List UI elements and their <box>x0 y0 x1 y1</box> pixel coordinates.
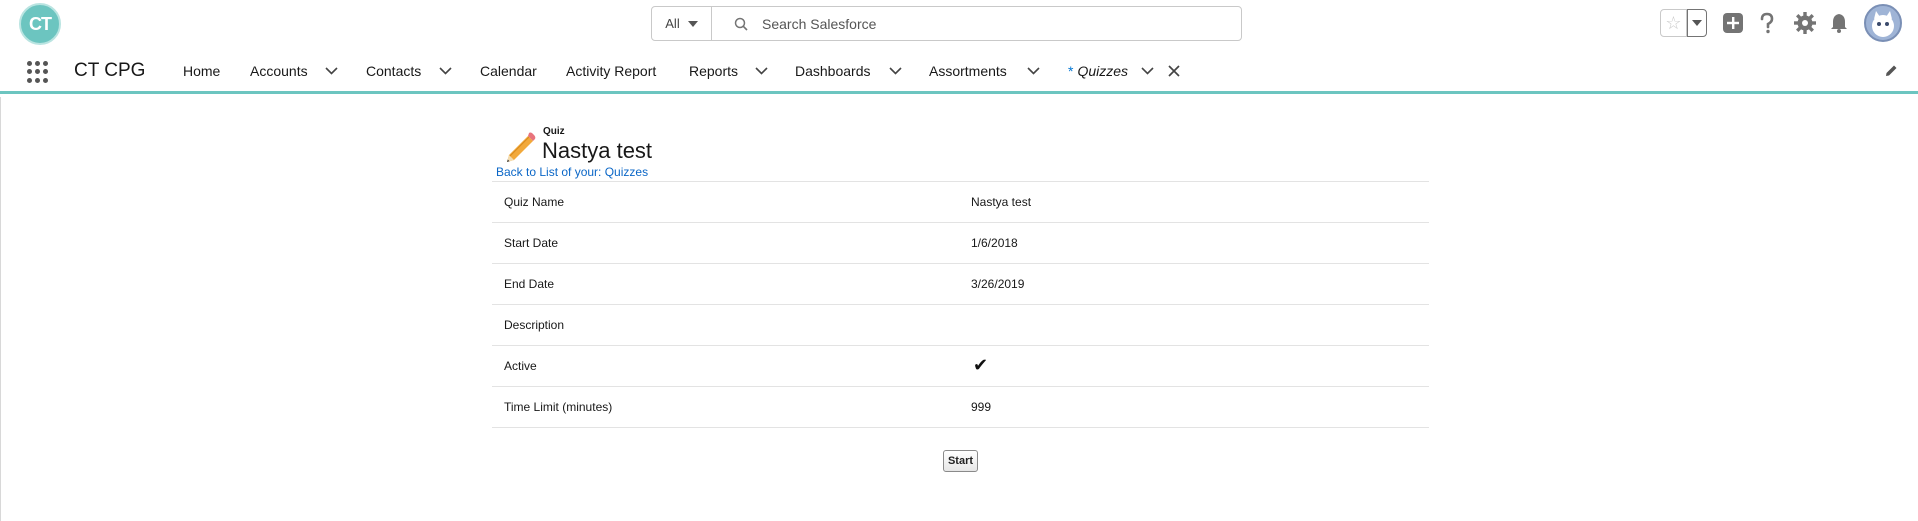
back-to-list-link[interactable]: Back to List of your: Quizzes <box>496 165 648 179</box>
field-label: End Date <box>504 277 555 291</box>
reports-chevron-down-icon[interactable] <box>755 67 768 75</box>
field-value: Nastya test <box>971 195 1032 209</box>
table-row: Time Limit (minutes) 999 <box>492 387 1429 428</box>
field-label: Active <box>504 359 537 373</box>
nav-item-dashboards[interactable]: Dashboards <box>795 63 871 79</box>
main-content: Quiz Nastya test Back to List of your: Q… <box>0 97 1918 521</box>
nav-item-accounts[interactable]: Accounts <box>250 63 308 79</box>
quiz-pencil-icon <box>507 132 536 162</box>
field-value: 1/6/2018 <box>971 236 1018 250</box>
field-label: Description <box>504 318 565 332</box>
object-type-label: Quiz <box>543 126 565 137</box>
table-row: End Date 3/26/2019 <box>492 264 1429 305</box>
table-row: Start Date 1/6/2018 <box>492 223 1429 264</box>
favorites-group: ☆ <box>1660 9 1707 37</box>
search-icon <box>734 17 748 31</box>
table-row: Description <box>492 305 1429 346</box>
field-value: 3/26/2019 <box>971 277 1025 291</box>
start-quiz-button[interactable]: Start <box>943 450 978 472</box>
notifications-bell-icon[interactable] <box>1826 10 1852 36</box>
quizzes-chevron-down-icon[interactable] <box>1141 67 1154 75</box>
field-label: Quiz Name <box>504 195 565 209</box>
nav-item-reports[interactable]: Reports <box>689 63 738 79</box>
search-scope-label: All <box>665 16 680 31</box>
nav-item-quizzes-active-tab[interactable]: * Quizzes <box>1068 63 1128 79</box>
nav-item-calendar[interactable]: Calendar <box>480 63 537 79</box>
chevron-down-icon <box>1692 20 1702 26</box>
dashboards-chevron-down-icon[interactable] <box>889 67 902 75</box>
app-name: CT CPG <box>74 60 146 81</box>
global-header: CT All ☆ <box>0 0 1918 48</box>
nav-item-activity-report[interactable]: Activity Report <box>566 63 656 79</box>
global-actions-plus-icon[interactable] <box>1720 10 1746 36</box>
favorite-star-icon[interactable]: ☆ <box>1660 9 1687 37</box>
field-label: Start Date <box>504 236 559 250</box>
assortments-chevron-down-icon[interactable] <box>1027 67 1040 75</box>
edit-nav-pencil-icon[interactable] <box>1884 64 1898 78</box>
page-title: Nastya test <box>542 138 653 163</box>
nav-item-quizzes-label: Quizzes <box>1077 63 1129 79</box>
search-scope-select[interactable]: All <box>652 7 712 40</box>
unsaved-marker: * <box>1068 63 1074 79</box>
close-tab-icon[interactable] <box>1168 65 1180 77</box>
contacts-chevron-down-icon[interactable] <box>439 67 452 75</box>
table-row: Active ✔ <box>492 346 1429 387</box>
field-value: 999 <box>971 400 992 414</box>
caret-down-icon <box>687 20 698 27</box>
active-checkmark-icon: ✔ <box>973 355 989 375</box>
user-avatar[interactable] <box>1864 4 1902 42</box>
search-input[interactable] <box>762 15 1202 32</box>
nav-item-contacts[interactable]: Contacts <box>366 63 421 79</box>
nav-item-home[interactable]: Home <box>183 63 220 79</box>
app-navigation-bar: CT CPG Home Accounts Contacts Calendar A… <box>0 48 1918 94</box>
table-row: Quiz Name Nastya test <box>492 182 1429 223</box>
global-search: All <box>651 6 1242 41</box>
logo-text: CT <box>29 13 52 34</box>
setup-gear-icon[interactable] <box>1792 10 1818 36</box>
nav-item-assortments[interactable]: Assortments <box>929 63 1007 79</box>
field-label: Time Limit (minutes) <box>504 400 613 414</box>
accounts-chevron-down-icon[interactable] <box>325 67 338 75</box>
favorites-dropdown-button[interactable] <box>1687 9 1707 37</box>
app-launcher-waffle-icon[interactable] <box>27 61 49 83</box>
quiz-detail-table: Quiz Name Nastya test Start Date 1/6/201… <box>492 181 1429 428</box>
help-question-icon[interactable] <box>1754 10 1780 36</box>
org-logo[interactable]: CT <box>19 3 61 45</box>
